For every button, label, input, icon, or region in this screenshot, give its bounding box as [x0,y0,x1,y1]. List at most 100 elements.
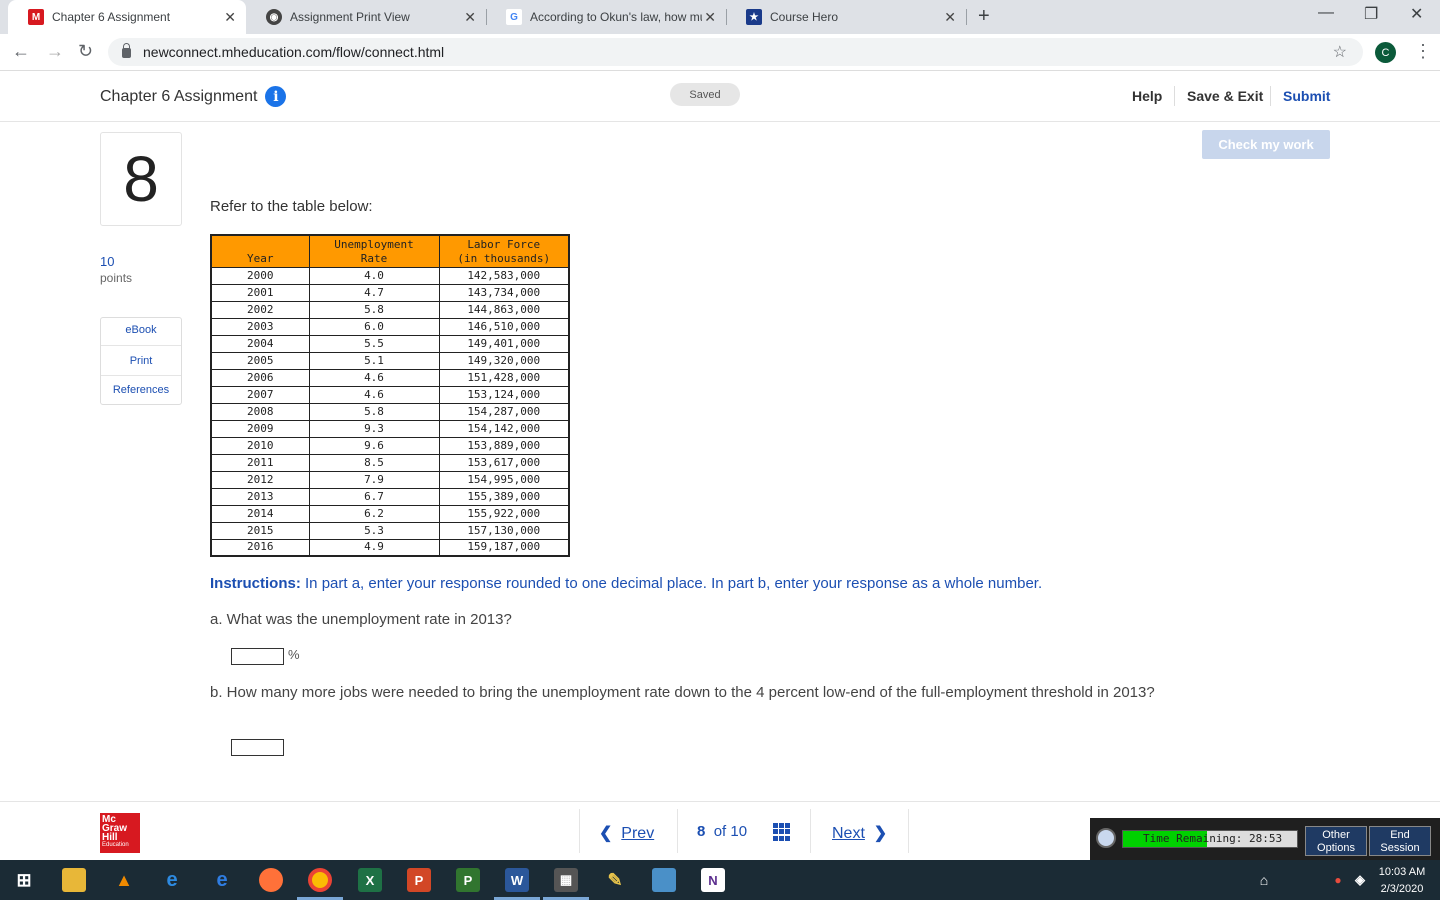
vlc-icon[interactable]: ▲ [112,868,136,892]
saved-status-badge: Saved [670,83,740,106]
help-link[interactable]: Help [1132,88,1162,104]
profile-avatar[interactable]: C [1375,42,1396,63]
unemployment-rate-cell: 5.8 [308,402,440,421]
end-session-button[interactable]: End Session [1369,826,1431,856]
reload-icon[interactable]: ↻ [78,41,93,62]
next-button[interactable]: Next ❯ [832,823,887,843]
table-row: 2003 6.0 146,510,000 [210,317,570,336]
labor-force-cell: 149,320,000 [438,351,570,370]
labor-force-cell: 157,130,000 [438,521,570,540]
new-tab-icon[interactable]: + [978,5,990,28]
chrome-icon[interactable] [308,868,332,892]
year-cell: 2002 [210,300,310,319]
powerpoint-icon[interactable]: P [407,868,431,892]
forward-arrow-icon[interactable]: → [46,41,64,62]
table-header-labor-force: Labor Force (in thousands) [438,234,570,268]
globe-favicon-icon: ◉ [266,9,282,25]
calculator-icon[interactable]: ▦ [554,868,578,892]
labor-force-cell: 159,187,000 [438,538,570,557]
usb-device-icon[interactable]: ⌂ [1252,868,1276,892]
menu-kebab-icon[interactable]: ⋮ [1414,41,1432,62]
prev-button[interactable]: ❮ Prev [599,823,654,843]
browser-tab-coursehero[interactable]: ★ Course Hero ✕ [726,0,966,34]
close-tab-icon[interactable]: ✕ [464,9,476,26]
table-row: 2005 5.1 149,320,000 [210,351,570,370]
word-icon[interactable]: W [505,868,529,892]
star-favicon-icon: ★ [746,9,762,25]
unemployment-rate-cell: 6.7 [308,487,440,506]
close-tab-icon[interactable]: ✕ [224,9,236,26]
save-exit-link[interactable]: Save & Exit [1187,88,1263,104]
part-b-answer-input[interactable] [231,739,284,756]
table-row: 2015 5.3 157,130,000 [210,521,570,540]
remote-desktop-icon[interactable] [652,868,676,892]
unemployment-rate-cell: 6.0 [308,317,440,336]
table-header-row: Year Unemployment Rate Labor Force (in tho… [210,234,570,268]
header-divider [1174,86,1175,106]
part-a-answer-input[interactable] [231,648,284,665]
check-my-work-button[interactable]: Check my work [1202,130,1330,159]
unemployment-rate-cell: 4.9 [308,538,440,557]
ebook-link[interactable]: eBook [101,324,181,336]
chevron-right-icon: ❯ [873,825,888,842]
file-explorer-icon[interactable] [62,868,86,892]
project-icon[interactable]: P [456,868,480,892]
google-favicon-icon: G [506,9,522,25]
excel-icon[interactable]: X [358,868,382,892]
tab-title: Chapter 6 Assignment [52,10,171,24]
browser-tab-print-view[interactable]: ◉ Assignment Print View ✕ [246,0,486,34]
restore-icon[interactable]: ❐ [1364,4,1378,24]
other-options-button[interactable]: Other Options [1305,826,1367,856]
pager-divider [677,809,678,853]
address-bar[interactable]: newconnect.mheducation.com/flow/connect.… [108,38,1363,66]
labor-force-cell: 146,510,000 [438,317,570,336]
mcgraw-hill-logo: Mc Graw Hill Education [100,813,140,853]
instructions-body: In part a, enter your response rounded t… [300,575,1043,592]
internet-explorer-icon[interactable]: e [160,868,184,892]
unemployment-rate-cell: 5.5 [308,334,440,353]
question-prompt: Refer to the table below: [210,198,373,215]
unemployment-rate-cell: 5.3 [308,521,440,540]
tray-vpn-icon[interactable]: ◈ [1348,868,1372,892]
divider [101,345,181,346]
year-cell: 2012 [210,470,310,489]
page-total: of 10 [713,823,748,840]
minimize-icon[interactable]: — [1318,4,1334,22]
paint-icon[interactable]: ✎ [603,868,627,892]
year-cell: 2013 [210,487,310,506]
windows-start-icon[interactable]: ⊞ [12,868,36,892]
year-cell: 2008 [210,402,310,421]
edge-icon[interactable]: e [210,868,234,892]
bookmark-star-icon[interactable]: ☆ [1333,42,1347,62]
browser-tab-chapter6[interactable]: M Chapter 6 Assignment ✕ [8,0,246,34]
year-cell: 2003 [210,317,310,336]
labor-force-cell: 153,889,000 [438,436,570,455]
browser-tab-okun[interactable]: G According to Okun's law, how mu ✕ [486,0,726,34]
pager-divider [810,809,811,853]
submit-link[interactable]: Submit [1283,88,1330,104]
labor-force-cell: 154,995,000 [438,470,570,489]
proctor-timer-panel: Time Remaining: 28:53 Other Options End Se… [1090,818,1440,860]
labor-force-cell: 153,617,000 [438,453,570,472]
instructions-label: Instructions: [210,575,301,592]
table-row: 2004 5.5 149,401,000 [210,334,570,353]
unemployment-rate-cell: 7.9 [308,470,440,489]
system-clock[interactable]: 10:03 AM 2/3/2020 [1372,864,1432,898]
labor-force-cell: 149,401,000 [438,334,570,353]
labor-force-cell: 155,922,000 [438,504,570,523]
close-window-icon[interactable]: ✕ [1410,4,1423,24]
unemployment-rate-cell: 5.1 [308,351,440,370]
close-tab-icon[interactable]: ✕ [944,9,956,26]
print-link[interactable]: Print [101,355,181,367]
references-link[interactable]: References [101,384,181,396]
firefox-icon[interactable] [259,868,283,892]
labor-force-cell: 143,734,000 [438,283,570,302]
close-tab-icon[interactable]: ✕ [704,9,716,26]
assignment-title: Chapter 6 Assignment i [100,86,287,107]
onenote-icon[interactable]: N [701,868,725,892]
tray-app-icon[interactable]: ● [1326,868,1350,892]
unemployment-rate-cell: 6.2 [308,504,440,523]
question-grid-icon[interactable] [773,823,791,841]
info-icon[interactable]: i [265,86,287,107]
back-arrow-icon[interactable]: ← [12,41,30,62]
